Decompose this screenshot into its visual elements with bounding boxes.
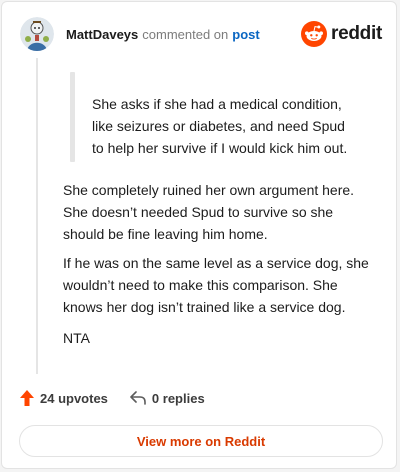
comment-paragraph: She completely ruined her own argument h… <box>63 179 383 245</box>
comment-paragraph: If he was on the same level as a service… <box>63 252 383 318</box>
comment-header: MattDaveys commented on post reddit <box>20 16 382 52</box>
brand-name: reddit <box>331 23 382 44</box>
upvotes-count: 24 upvotes <box>40 390 108 406</box>
comment-actions: 24 upvotes 0 replies <box>20 390 205 406</box>
quoted-text: She asks if she had a medical condition,… <box>92 93 382 159</box>
snoo-avatar-icon <box>20 17 54 51</box>
action-text: commented on <box>142 26 229 42</box>
upvote-arrow-icon <box>20 390 34 406</box>
reddit-logo-icon <box>301 21 328 47</box>
view-more-button[interactable]: View more on Reddit <box>19 425 383 457</box>
username[interactable]: MattDaveys <box>66 27 138 42</box>
thread-line <box>36 58 38 374</box>
reddit-brand[interactable]: reddit <box>301 21 382 47</box>
comment-line: wouldn’t need to make this comparison. S… <box>63 277 338 293</box>
comment-card: MattDaveys commented on post reddit She … <box>1 1 397 469</box>
quote-line: like seizures or diabetes, and need Spud <box>92 118 345 134</box>
replies-button[interactable]: 0 replies <box>130 391 205 406</box>
comment-line: NTA <box>63 330 90 346</box>
replies-count: 0 replies <box>151 390 205 406</box>
post-link[interactable]: post <box>232 27 259 42</box>
quote-line: She asks if she had a medical condition, <box>92 96 342 112</box>
comment-line: knows her dog isn’t trained like a servi… <box>63 299 346 315</box>
quote-line: to help her survive if I would kick him … <box>92 140 348 156</box>
reply-arrow-icon <box>130 391 146 405</box>
upvote-button[interactable]: 24 upvotes <box>20 390 108 406</box>
comment-paragraph: NTA <box>63 327 383 349</box>
comment-line: If he was on the same level as a service… <box>63 255 369 271</box>
user-avatar[interactable] <box>20 17 54 51</box>
comment-meta: MattDaveys commented on post <box>66 27 260 42</box>
quote-bar <box>70 72 75 162</box>
comment-line: She completely ruined her own argument h… <box>63 182 355 198</box>
comment-line: should be fine leaving him home. <box>63 226 268 242</box>
comment-line: She doesn’t needed Spud to survive so sh… <box>63 204 334 220</box>
